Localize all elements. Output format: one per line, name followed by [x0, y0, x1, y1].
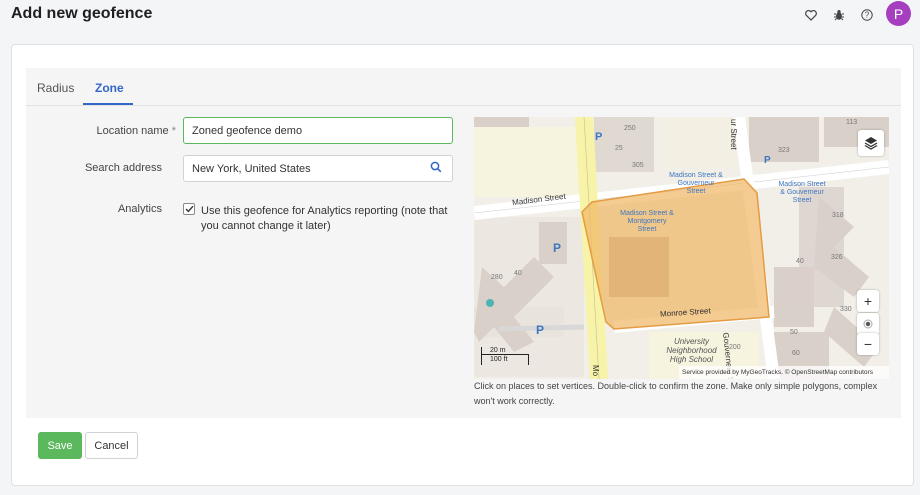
analytics-label: Analytics — [117, 203, 162, 215]
map-attribution: Service provided by MyGeoTracks. © OpenS… — [679, 366, 889, 379]
search-address-label: Search address — [84, 162, 162, 174]
map-poi-3: Madison Street & Gouverneur Street — [778, 181, 826, 204]
top-bar: Add new geofence ? P — [0, 0, 920, 32]
locate-button[interactable] — [857, 313, 879, 335]
map-house-number: 200 — [729, 344, 741, 351]
map-street-mo: Mo — [591, 365, 600, 377]
map-house-number: 113 — [846, 119, 858, 126]
required-mark: * — [171, 125, 176, 137]
map-house-number: 326 — [831, 254, 843, 261]
save-button[interactable]: Save — [38, 432, 82, 459]
tab-bar: Radius Zone — [26, 68, 901, 106]
analytics-description: Use this geofence for Analytics reportin… — [201, 205, 448, 232]
map-house-number: 50 — [790, 329, 798, 336]
locate-icon — [863, 319, 873, 329]
analytics-checkbox[interactable] — [183, 203, 195, 215]
map-house-number: 330 — [840, 306, 852, 313]
map-house-number: 280 — [491, 274, 503, 281]
heart-icon[interactable] — [803, 7, 819, 23]
bug-icon[interactable] — [831, 7, 847, 23]
scale-feet: 100 ft — [490, 356, 508, 363]
map-house-number: 305 — [632, 162, 644, 169]
map-hint: Click on places to set vertices. Double-… — [474, 381, 878, 406]
map-house-number: 40 — [514, 270, 522, 277]
location-name-value: Zoned geofence demo — [192, 124, 303, 137]
parking-icon: P — [553, 241, 562, 255]
location-name-label: Location name * — [96, 125, 176, 137]
tab-radius[interactable]: Radius — [37, 81, 74, 95]
map-house-number: 40 — [796, 258, 804, 265]
search-address-input[interactable]: New York, United States — [183, 155, 420, 182]
tab-zone[interactable]: Zone — [95, 81, 124, 95]
layers-button[interactable] — [858, 130, 884, 156]
location-name-input[interactable]: Zoned geofence demo — [183, 117, 453, 144]
map-poi-2: Madison Street & Montgomery Street — [620, 210, 674, 233]
map-house-number: 60 — [792, 350, 800, 357]
svg-text:?: ? — [865, 11, 870, 20]
map-house-number: 323 — [778, 147, 790, 154]
geofence-panel: Radius Zone Location name * Zoned geofen… — [26, 68, 901, 418]
geofence-map[interactable]: Madison Street Monroe Street Gouverneur … — [474, 117, 889, 379]
search-button[interactable] — [419, 155, 453, 182]
map-poi-school: University Neighborhood High School — [666, 337, 717, 364]
parking-icon: P — [595, 131, 603, 143]
map-street-fragment: ur Street — [729, 119, 738, 150]
scale-meters: 20 m — [490, 347, 506, 354]
page-title: Add new geofence — [11, 5, 153, 22]
map-poi-1: Madison Street & Gouverneur Street — [669, 172, 723, 195]
avatar[interactable]: P — [886, 1, 911, 26]
check-icon — [185, 205, 194, 213]
map-house-number: 318 — [832, 212, 844, 219]
zoom-out-button[interactable]: − — [857, 333, 879, 355]
help-icon[interactable]: ? — [859, 7, 875, 23]
layers-icon — [864, 137, 878, 150]
parking-icon: P — [536, 323, 545, 337]
parking-icon: P — [764, 155, 771, 166]
geofence-card: Radius Zone Location name * Zoned geofen… — [11, 44, 914, 486]
zoom-in-button[interactable]: + — [857, 290, 879, 312]
search-icon — [430, 160, 442, 178]
search-address-value: New York, United States — [192, 162, 311, 175]
cancel-button[interactable]: Cancel — [85, 432, 138, 459]
map-scale: 20 m 100 ft — [481, 347, 529, 365]
active-tab-indicator — [83, 103, 133, 105]
map-house-number: 25 — [615, 145, 623, 152]
map-house-number: 250 — [624, 125, 636, 132]
